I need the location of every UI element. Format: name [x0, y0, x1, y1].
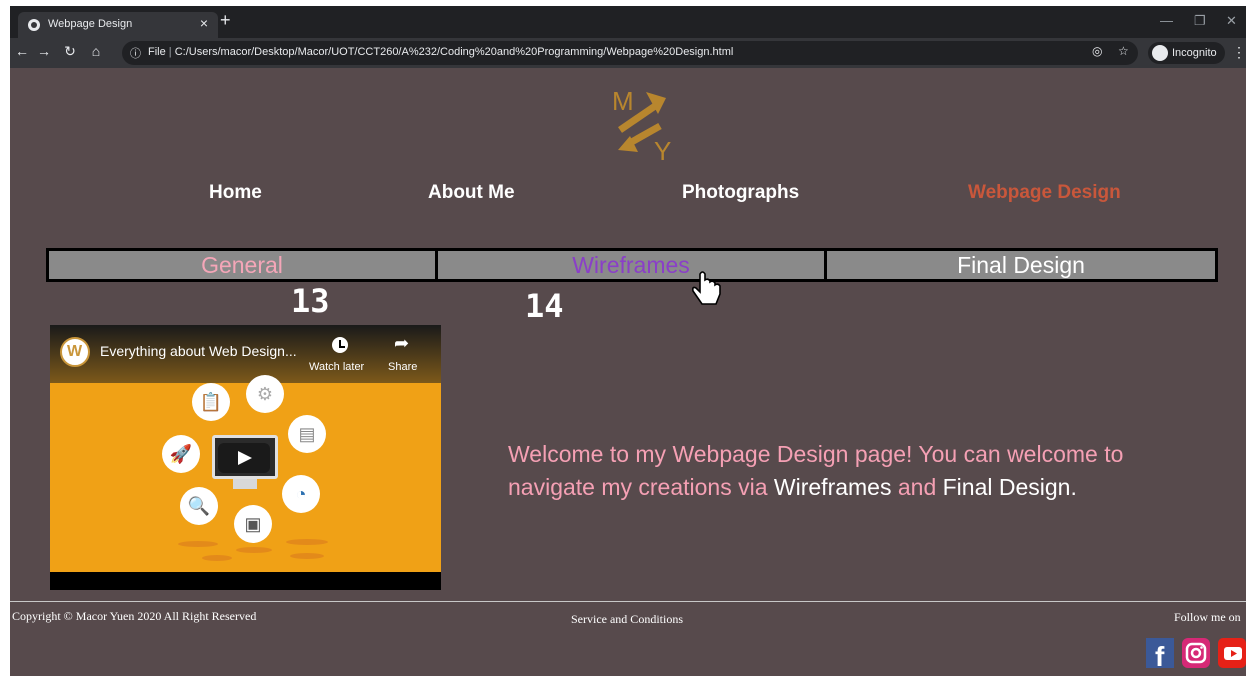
video-title[interactable]: Everything about Web Design... — [100, 343, 297, 359]
watch-later-label[interactable]: Watch later — [309, 361, 364, 373]
annotation-13: 13 — [291, 282, 330, 320]
nav-about-me[interactable]: About Me — [428, 182, 515, 204]
close-window-icon[interactable]: ✕ — [1226, 13, 1237, 29]
decor-shadow — [178, 541, 218, 547]
easel-icon: ▣ — [234, 505, 272, 543]
instagram-icon[interactable] — [1182, 638, 1210, 668]
decor-shadow — [236, 547, 272, 553]
globe-icon — [28, 19, 40, 31]
clipboard-icon: 📋 — [192, 383, 230, 421]
facebook-icon[interactable]: f — [1146, 638, 1174, 668]
welcome-message: Welcome to my Webpage Design page! You c… — [508, 441, 1124, 500]
menu-icon[interactable]: ⋮ — [1232, 44, 1246, 61]
browser-window: Webpage Design × + — ❐ ✕ ← → ↻ ⌂ ⓘ File … — [10, 6, 1246, 676]
eye-off-icon[interactable]: ◎ — [1092, 44, 1102, 58]
url-text[interactable]: File | C:/Users/macor/Desktop/Macor/UOT/… — [148, 46, 733, 58]
close-tab-icon[interactable]: × — [200, 15, 208, 31]
final-design-link[interactable]: Final Design — [943, 474, 1071, 500]
tab-strip: Webpage Design × + — ❐ ✕ — [10, 6, 1246, 38]
copyright-text: Copyright © Macor Yuen 2020 All Right Re… — [12, 609, 257, 623]
incognito-indicator[interactable]: Incognito — [1148, 42, 1225, 64]
youtube-icon[interactable] — [1218, 638, 1246, 668]
svg-text:f: f — [1155, 641, 1165, 668]
decor-shadow — [202, 555, 232, 561]
reload-icon[interactable]: ↻ — [60, 43, 80, 60]
gears-icon: ⚙ — [246, 375, 284, 413]
tab-general[interactable]: General — [46, 248, 438, 282]
chart-ring-icon: ◔ — [282, 475, 320, 513]
browser-toolbar: ← → ↻ ⌂ ⓘ File | C:/Users/macor/Desktop/… — [10, 38, 1246, 68]
youtube-video-embed[interactable]: Everything about Web Design... Watch lat… — [50, 325, 441, 590]
incognito-icon — [1152, 45, 1168, 61]
wireframes-link[interactable]: Wireframes — [774, 474, 892, 500]
footer-divider — [10, 601, 1246, 602]
forward-icon[interactable]: → — [34, 43, 54, 59]
new-tab-icon[interactable]: + — [220, 10, 231, 31]
play-button[interactable] — [218, 443, 270, 473]
follow-me-label: Follow me on — [1174, 610, 1241, 624]
back-icon[interactable]: ← — [12, 43, 32, 59]
site-logo[interactable]: M Y — [606, 80, 676, 160]
nav-webpage-design[interactable]: Webpage Design — [968, 182, 1121, 204]
browser-tab[interactable]: Webpage Design × — [18, 12, 218, 38]
monitor-stand — [233, 479, 257, 489]
minimize-icon[interactable]: — — [1160, 13, 1173, 28]
magnifier-icon: 🔍 — [180, 487, 218, 525]
annotation-14: 14 — [525, 287, 564, 325]
home-icon[interactable]: ⌂ — [86, 43, 106, 59]
logo-letter-y: Y — [654, 136, 671, 160]
info-icon[interactable]: ⓘ — [130, 45, 141, 61]
decor-shadow — [290, 553, 324, 559]
address-bar[interactable]: ⓘ File | C:/Users/macor/Desktop/Macor/UO… — [122, 41, 1138, 65]
service-conditions-link[interactable]: Service and Conditions — [571, 612, 683, 627]
star-icon[interactable]: ☆ — [1118, 44, 1129, 58]
restore-icon[interactable]: ❐ — [1194, 13, 1206, 29]
channel-avatar[interactable] — [60, 337, 90, 367]
share-icon[interactable]: ➦ — [394, 333, 409, 354]
tab-wireframes[interactable]: Wireframes — [435, 248, 827, 282]
rocket-icon: 🚀 — [162, 435, 200, 473]
video-bottom-bar — [50, 572, 441, 590]
webpage: M Y Home About Me Photographs Webpage De… — [10, 68, 1246, 676]
clock-icon[interactable] — [332, 337, 348, 353]
tab-final-design[interactable]: Final Design — [824, 248, 1218, 282]
layout-icon: ▤ — [288, 415, 326, 453]
share-label[interactable]: Share — [388, 361, 417, 373]
tab-title: Webpage Design — [48, 18, 133, 30]
hand-cursor-icon — [692, 271, 721, 305]
logo-letter-m: M — [612, 86, 634, 116]
nav-photographs[interactable]: Photographs — [682, 182, 799, 204]
decor-shadow — [286, 539, 328, 545]
nav-home[interactable]: Home — [209, 182, 262, 204]
